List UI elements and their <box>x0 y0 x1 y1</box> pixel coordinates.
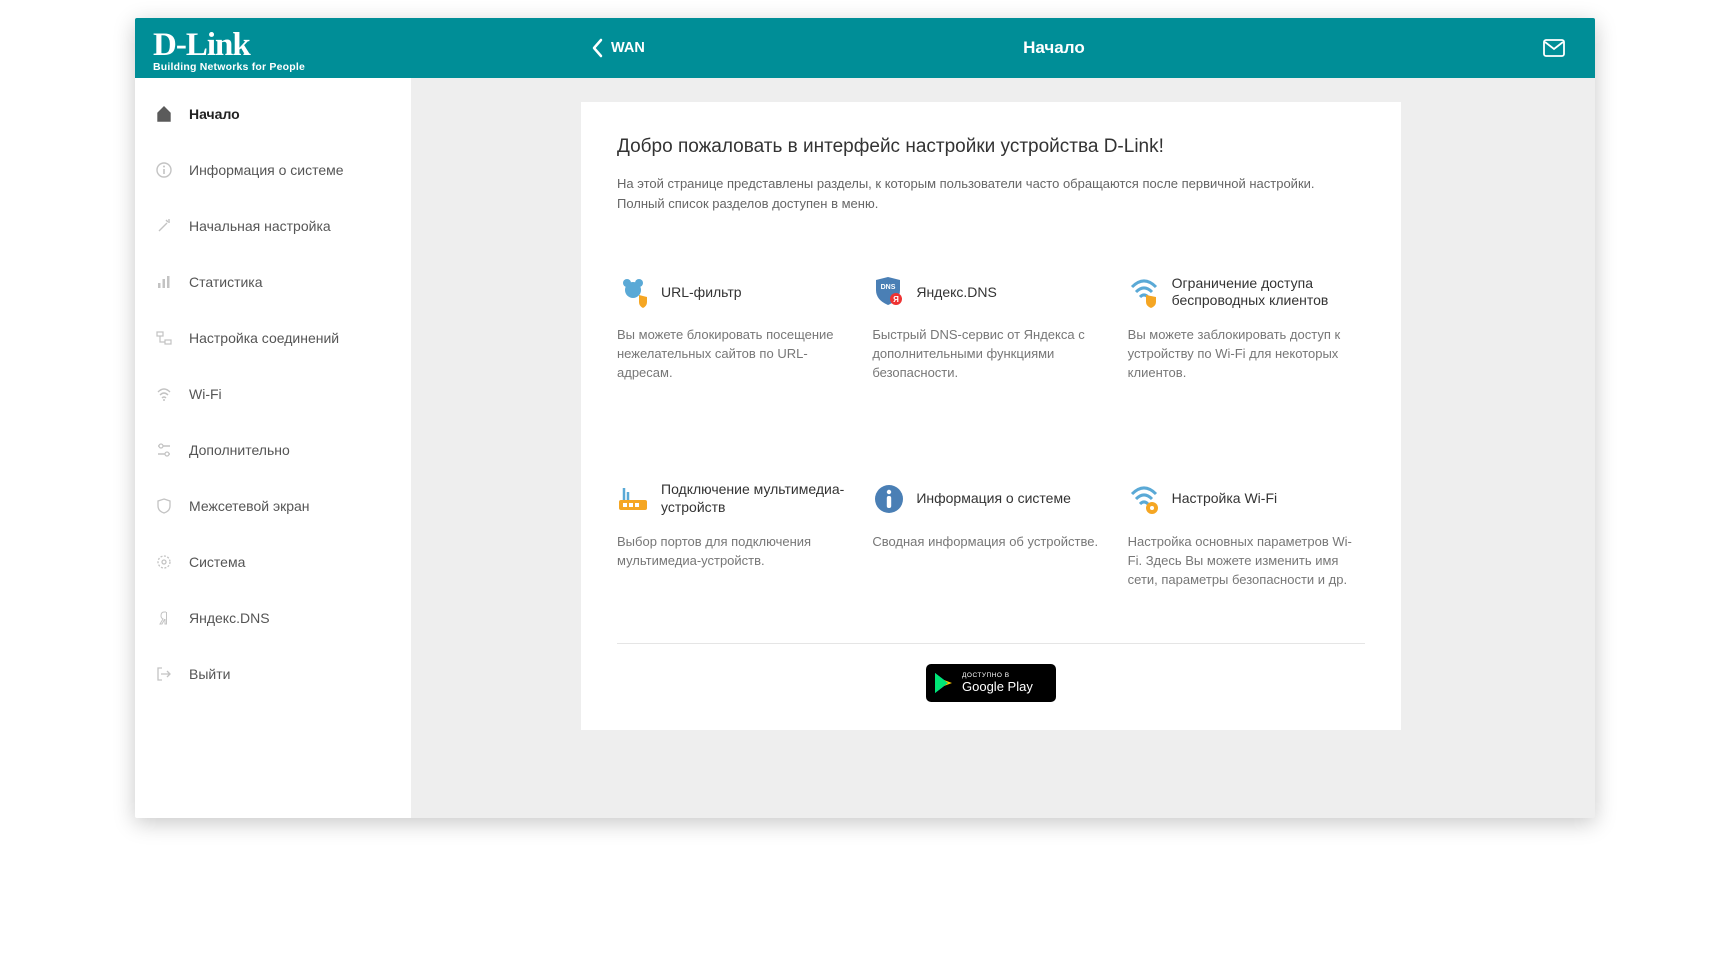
wifi-gear-icon <box>1128 482 1162 516</box>
brand-logo: D-Link Building Networks for People <box>135 23 411 73</box>
tile-multimedia-devices[interactable]: Подключение мультимедиа-устройств Выбор … <box>617 479 854 590</box>
tile-description: Быстрый DNS-сервис от Яндекса с дополнит… <box>872 326 1109 383</box>
sidebar-item-label: Дополнительно <box>189 442 290 458</box>
sidebar-item-wifi[interactable]: Wi-Fi <box>135 366 411 422</box>
content-area: Добро пожаловать в интерфейс настройки у… <box>411 78 1595 818</box>
sliders-icon <box>155 441 173 459</box>
tile-description: Вы можете заблокировать доступ к устройс… <box>1128 326 1365 383</box>
wand-icon <box>155 217 173 235</box>
teddy-shield-icon <box>617 275 651 309</box>
google-play-row: ДОСТУПНО В Google Play <box>617 664 1365 702</box>
main-card: Добро пожаловать в интерфейс настройки у… <box>581 102 1401 730</box>
brand-tagline: Building Networks for People <box>153 61 411 73</box>
welcome-description: На этой странице представлены разделы, к… <box>617 174 1365 214</box>
dns-shield-icon: DNS Я <box>872 275 906 309</box>
tile-description: Сводная информация об устройстве. <box>872 533 1109 552</box>
svg-text:Я: Я <box>893 295 899 304</box>
yandex-icon <box>155 609 173 627</box>
home-icon <box>155 105 173 123</box>
tile-title: Информация о системе <box>916 490 1071 508</box>
logout-icon <box>155 665 173 683</box>
tile-url-filter[interactable]: URL-фильтр Вы можете блокировать посещен… <box>617 272 854 383</box>
sidebar-item-system[interactable]: Система <box>135 534 411 590</box>
tile-description: Вы можете блокировать посещение нежелате… <box>617 326 854 383</box>
sidebar-item-home[interactable]: Начало <box>135 86 411 142</box>
sidebar-item-label: Настройка соединений <box>189 330 339 346</box>
sidebar-item-advanced[interactable]: Дополнительно <box>135 422 411 478</box>
sidebar-item-connections[interactable]: Настройка соединений <box>135 310 411 366</box>
welcome-title: Добро пожаловать в интерфейс настройки у… <box>617 136 1365 158</box>
gplay-store: Google Play <box>962 680 1033 694</box>
wifi-shield-icon <box>1128 275 1162 309</box>
sidebar-item-label: Выйти <box>189 666 230 682</box>
tile-title: URL-фильтр <box>661 284 742 302</box>
mail-icon[interactable] <box>1543 39 1565 57</box>
google-play-badge[interactable]: ДОСТУПНО В Google Play <box>926 664 1056 702</box>
sidebar: Начало Информация о системе Начальная на… <box>135 78 411 818</box>
tile-title: Яндекс.DNS <box>916 284 997 302</box>
tile-description: Настройка основных параметров Wi-Fi. Зде… <box>1128 533 1365 590</box>
sidebar-item-logout[interactable]: Выйти <box>135 646 411 702</box>
tile-title: Подключение мультимедиа-устройств <box>661 481 854 516</box>
sidebar-item-label: Межсетевой экран <box>189 498 310 514</box>
sidebar-item-label: Яндекс.DNS <box>189 610 270 626</box>
header-bar: D-Link Building Networks for People WAN … <box>135 18 1595 78</box>
tile-title: Ограничение доступа беспроводных клиенто… <box>1172 275 1365 310</box>
info-circle-icon <box>872 482 906 516</box>
tile-wifi-setup[interactable]: Настройка Wi-Fi Настройка основных парам… <box>1128 479 1365 590</box>
router-ports-icon <box>617 482 651 516</box>
sidebar-item-label: Начало <box>189 106 240 122</box>
sidebar-item-system-info[interactable]: Информация о системе <box>135 142 411 198</box>
network-icon <box>155 329 173 347</box>
sidebar-item-label: Начальная настройка <box>189 218 331 234</box>
tile-yandex-dns[interactable]: DNS Я Яндекс.DNS Быстрый DNS-сервис от Ян… <box>872 272 1109 383</box>
tile-grid: URL-фильтр Вы можете блокировать посещен… <box>617 272 1365 589</box>
wifi-icon <box>155 385 173 403</box>
sidebar-item-label: Wi-Fi <box>189 386 222 402</box>
sidebar-item-initial-setup[interactable]: Начальная настройка <box>135 198 411 254</box>
sidebar-item-yandex-dns[interactable]: Яндекс.DNS <box>135 590 411 646</box>
svg-text:DNS: DNS <box>881 284 896 291</box>
divider <box>617 643 1365 644</box>
tile-description: Выбор портов для подключения мультимедиа… <box>617 533 854 571</box>
bars-icon <box>155 273 173 291</box>
gear-icon <box>155 553 173 571</box>
brand-name: D-Link <box>153 29 411 62</box>
page-title: Начало <box>565 38 1543 58</box>
tile-title: Настройка Wi-Fi <box>1172 490 1277 508</box>
sidebar-item-label: Статистика <box>189 274 263 290</box>
tile-system-info[interactable]: Информация о системе Сводная информация … <box>872 479 1109 590</box>
sidebar-item-label: Информация о системе <box>189 162 344 178</box>
tile-wifi-access-restriction[interactable]: Ограничение доступа беспроводных клиенто… <box>1128 272 1365 383</box>
info-icon <box>155 161 173 179</box>
sidebar-item-label: Система <box>189 554 245 570</box>
sidebar-item-statistics[interactable]: Статистика <box>135 254 411 310</box>
app-frame: D-Link Building Networks for People WAN … <box>135 18 1595 818</box>
sidebar-item-firewall[interactable]: Межсетевой экран <box>135 478 411 534</box>
play-triangle-icon <box>934 672 954 694</box>
shield-icon <box>155 497 173 515</box>
